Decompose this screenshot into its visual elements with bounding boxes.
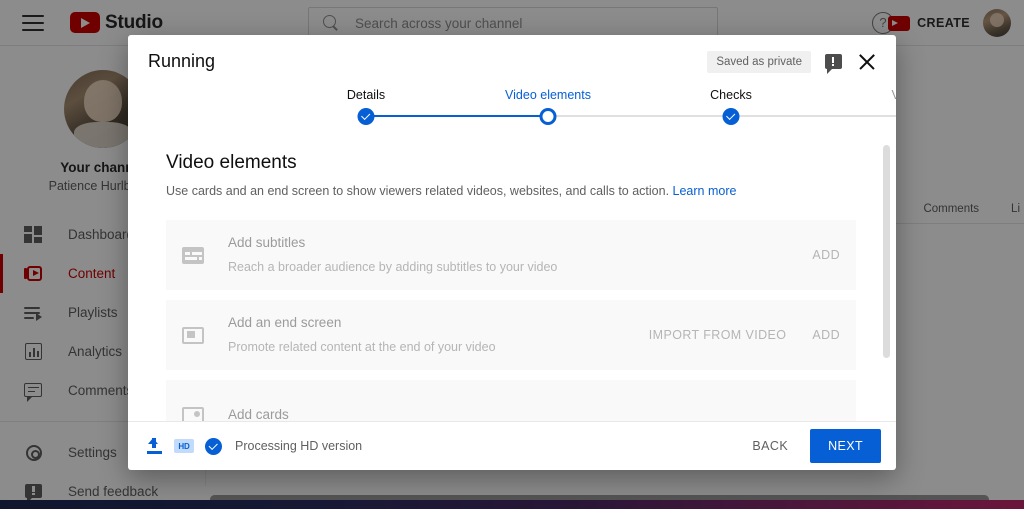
upload-icon	[145, 437, 163, 455]
video-details-dialog: Running Saved as private Details Video e…	[128, 35, 896, 470]
stepper-track-done	[366, 115, 548, 117]
step-node-checks[interactable]	[722, 108, 740, 125]
step-node-details[interactable]	[357, 108, 375, 125]
check-circle-icon	[205, 437, 222, 455]
list-item-description: Reach a broader audience by adding subti…	[228, 260, 558, 275]
list-item-add-cards[interactable]: Add cards	[166, 379, 856, 421]
back-button[interactable]: BACK	[738, 430, 802, 462]
subtitles-icon	[180, 242, 206, 268]
dialog-body: Video elements Use cards and an end scre…	[128, 138, 896, 421]
import-from-video-button[interactable]: IMPORT FROM VIDEO	[649, 328, 787, 342]
add-end-screen-button[interactable]: ADD	[812, 328, 840, 342]
dialog-scrollbar[interactable]	[883, 145, 890, 358]
step-video-elements[interactable]: Video elements	[505, 88, 591, 102]
upload-status-text: Processing HD version	[235, 439, 363, 453]
video-elements-list: Add subtitles Reach a broader audience b…	[166, 219, 856, 421]
section-description: Use cards and an end screen to show view…	[166, 182, 856, 201]
step-checks[interactable]: Checks	[710, 88, 752, 102]
list-item-add-subtitles[interactable]: Add subtitles Reach a broader audience b…	[166, 219, 856, 290]
section-heading: Video elements	[166, 152, 297, 173]
step-visibility[interactable]: Visibility	[892, 88, 896, 102]
list-item-description: Promote related content at the end of yo…	[228, 340, 496, 355]
hd-badge-icon: HD	[174, 439, 194, 453]
wizard-stepper: Details Video elements Checks Visibility	[128, 88, 896, 138]
end-screen-icon	[180, 322, 206, 348]
step-label: Visibility	[891, 88, 896, 102]
add-subtitles-button[interactable]: ADD	[812, 248, 840, 262]
step-label: Checks	[710, 88, 752, 102]
step-node-video-elements[interactable]	[539, 108, 557, 125]
step-label: Video elements	[505, 88, 591, 102]
list-item-title: Add an end screen	[228, 315, 342, 331]
dialog-title: Running	[148, 51, 216, 71]
cards-icon	[180, 402, 206, 421]
dialog-header: Running Saved as private	[128, 35, 896, 88]
list-item-title: Add subtitles	[228, 235, 306, 251]
feedback-icon[interactable]	[825, 54, 842, 74]
list-item-title: Add cards	[228, 407, 289, 421]
learn-more-link[interactable]: Learn more	[673, 184, 737, 198]
next-button[interactable]: NEXT	[810, 429, 881, 463]
close-icon[interactable]	[856, 51, 878, 73]
status-badge: Saved as private	[707, 50, 811, 73]
screen: Studio Search across your channel ? CREA…	[0, 0, 1024, 509]
step-label: Details	[346, 88, 386, 102]
section-description-text: Use cards and an end screen to show view…	[166, 184, 670, 198]
list-item-add-end-screen[interactable]: Add an end screen Promote related conten…	[166, 299, 856, 370]
step-details[interactable]: Details	[347, 88, 385, 102]
dialog-footer: HD Processing HD version BACK NEXT	[128, 421, 896, 470]
